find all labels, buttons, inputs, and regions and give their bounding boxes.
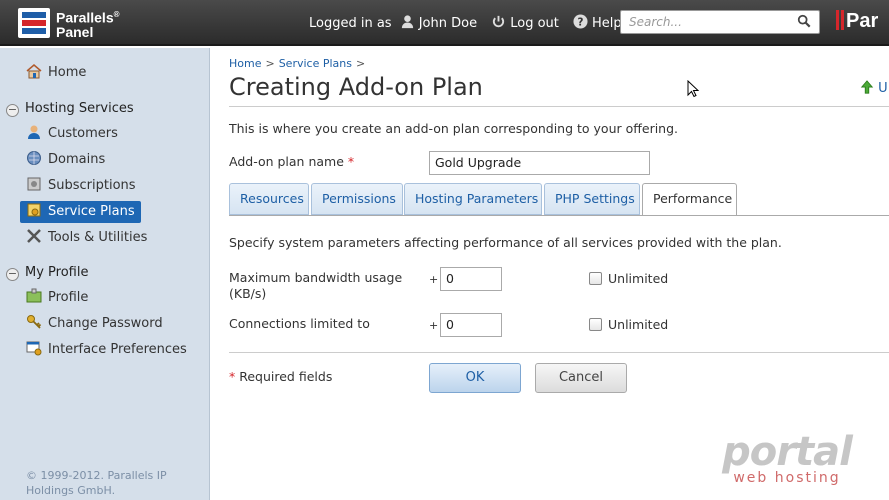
sidebar-item-tools-utilities[interactable]: Tools & Utilities bbox=[26, 227, 147, 249]
bandwidth-label: Maximum bandwidth usage (KB/s) bbox=[229, 270, 403, 301]
collapse-icon[interactable]: − bbox=[6, 104, 19, 117]
sidebar-item-home[interactable]: Home bbox=[26, 62, 86, 84]
plan-name-input[interactable]: Gold Upgrade bbox=[429, 151, 650, 175]
tab-php-settings[interactable]: PHP Settings bbox=[544, 183, 640, 215]
page-title: Creating Add-on Plan bbox=[229, 73, 483, 101]
key-icon bbox=[27, 315, 42, 329]
sidebar-item-service-plans[interactable]: Service Plans bbox=[20, 201, 141, 223]
form-divider bbox=[229, 352, 889, 353]
interface-preferences-icon bbox=[26, 341, 42, 356]
user-icon bbox=[401, 15, 413, 29]
watermark-subtitle: web hosting bbox=[733, 470, 841, 486]
plan-name-label: Add-on plan name * bbox=[229, 154, 355, 169]
connections-unlimited-checkbox[interactable] bbox=[589, 318, 602, 331]
search-input[interactable]: Search... bbox=[620, 10, 820, 34]
logged-in-label: Logged in as bbox=[309, 16, 392, 31]
parallels-brand-logo: Par bbox=[836, 10, 878, 33]
breadcrumb-separator: > bbox=[356, 57, 366, 70]
breadcrumb-separator: > bbox=[265, 57, 275, 70]
user-info: Logged in as John Doe Log out ? Help bbox=[309, 14, 626, 31]
logout-link[interactable]: Log out bbox=[510, 16, 559, 31]
help-link[interactable]: Help bbox=[592, 16, 622, 31]
watermark-title: portal bbox=[722, 429, 853, 475]
required-mark: * bbox=[347, 154, 355, 169]
breadcrumb: Home > Service Plans > bbox=[229, 57, 369, 70]
tabs-divider bbox=[229, 215, 889, 216]
collapse-icon[interactable]: − bbox=[6, 268, 19, 281]
brand-name: Parallels® Panel bbox=[56, 9, 120, 40]
plus-sign: + bbox=[429, 273, 439, 286]
search-placeholder: Search... bbox=[629, 15, 682, 29]
tab-performance[interactable]: Performance bbox=[642, 183, 737, 216]
up-arrow-icon bbox=[860, 80, 874, 94]
connections-unlimited-label: Unlimited bbox=[608, 317, 669, 332]
home-icon bbox=[26, 64, 42, 79]
tools-icon bbox=[27, 229, 41, 243]
sidebar-group-my-profile[interactable]: − My Profile bbox=[6, 262, 88, 284]
help-icon[interactable]: ? bbox=[573, 14, 588, 29]
page-description: This is where you create an add-on plan … bbox=[229, 121, 679, 136]
mouse-cursor-icon bbox=[687, 80, 699, 98]
connections-input[interactable]: 0 bbox=[440, 313, 502, 337]
plus-sign: + bbox=[429, 319, 439, 332]
sidebar-item-subscriptions[interactable]: Subscriptions bbox=[26, 175, 136, 197]
user-name-link[interactable]: John Doe bbox=[419, 16, 477, 31]
search-icon[interactable] bbox=[797, 14, 811, 28]
profile-card-icon bbox=[26, 288, 42, 303]
sidebar-item-domains[interactable]: Domains bbox=[26, 149, 105, 171]
bandwidth-unlimited-checkbox[interactable] bbox=[589, 272, 602, 285]
subscriptions-icon bbox=[27, 177, 41, 191]
bandwidth-unlimited-label: Unlimited bbox=[608, 271, 669, 286]
bandwidth-input[interactable]: 0 bbox=[440, 267, 502, 291]
domain-globe-icon bbox=[27, 151, 41, 165]
performance-intro: Specify system parameters affecting perf… bbox=[229, 235, 782, 250]
breadcrumb-service-plans-link[interactable]: Service Plans bbox=[279, 57, 352, 70]
up-level-link[interactable]: U bbox=[860, 80, 888, 96]
ok-button[interactable]: OK bbox=[429, 363, 521, 393]
tab-resources[interactable]: Resources bbox=[229, 183, 309, 215]
sidebar-item-interface-preferences[interactable]: Interface Preferences bbox=[26, 339, 187, 361]
required-fields-note: * Required fields bbox=[229, 369, 333, 384]
connections-label: Connections limited to bbox=[229, 316, 370, 331]
sidebar-group-hosting-services[interactable]: − Hosting Services bbox=[6, 98, 134, 120]
required-mark: * bbox=[229, 369, 236, 384]
svg-text:?: ? bbox=[578, 16, 584, 28]
watermark: portal web hosting bbox=[712, 432, 862, 486]
customer-icon bbox=[28, 125, 40, 139]
top-bar: Parallels® Panel Logged in as John Doe L… bbox=[0, 0, 889, 46]
title-divider bbox=[229, 106, 889, 107]
sidebar: Home − Hosting Services Customers Domains… bbox=[0, 48, 210, 500]
power-icon[interactable] bbox=[491, 14, 506, 29]
copyright-text: © 1999-2012. Parallels IP Holdings GmbH. bbox=[26, 469, 167, 497]
cancel-button[interactable]: Cancel bbox=[535, 363, 627, 393]
breadcrumb-home-link[interactable]: Home bbox=[229, 57, 261, 70]
sidebar-item-customers[interactable]: Customers bbox=[26, 123, 118, 145]
sidebar-item-profile[interactable]: Profile bbox=[26, 287, 88, 309]
tab-permissions[interactable]: Permissions bbox=[311, 183, 403, 215]
service-plans-icon bbox=[27, 203, 41, 217]
sidebar-item-change-password[interactable]: Change Password bbox=[26, 313, 163, 335]
tab-hosting-parameters[interactable]: Hosting Parameters bbox=[404, 183, 542, 215]
parallels-logo-icon bbox=[18, 8, 50, 38]
